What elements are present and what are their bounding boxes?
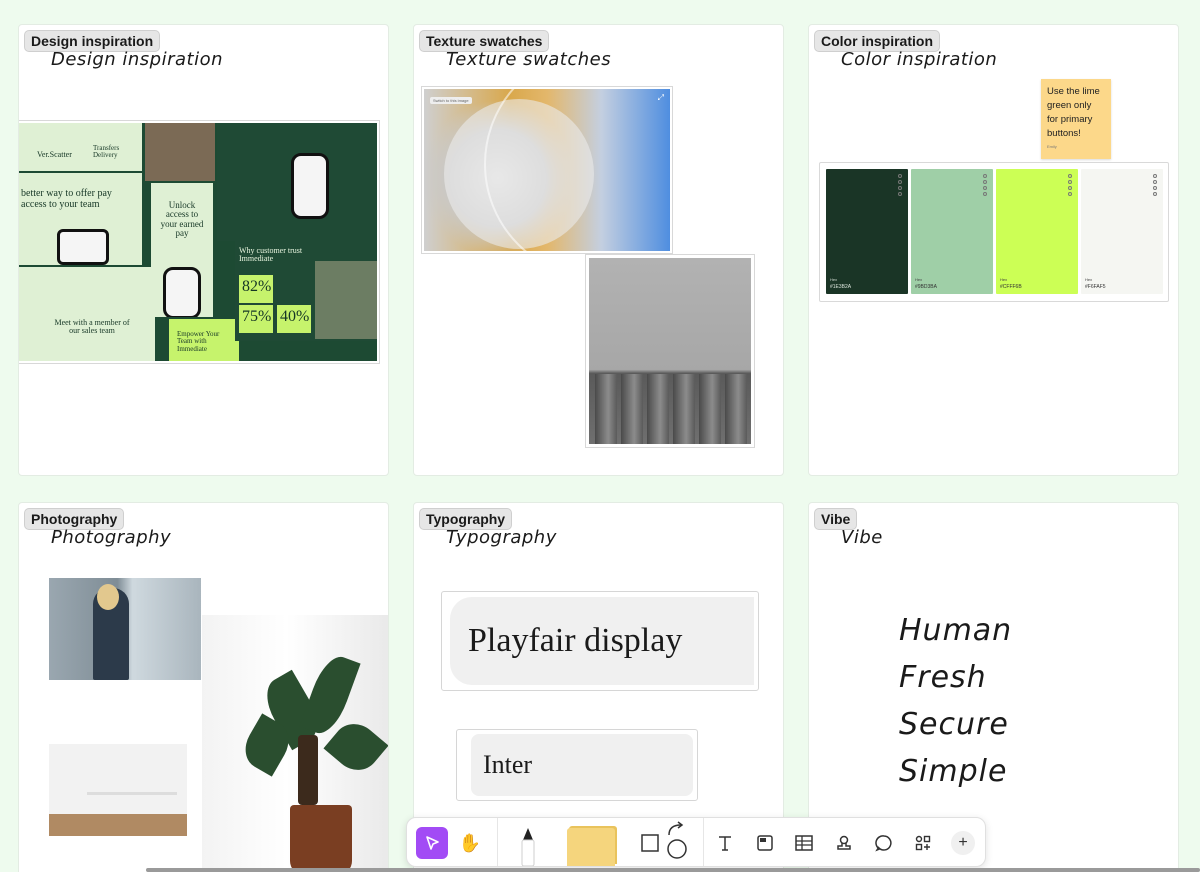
marker-tool-icon[interactable]	[515, 826, 541, 866]
collage-text: Transfers Delivery	[93, 145, 137, 160]
room-interior-photo[interactable]	[49, 744, 187, 836]
swatch-label: Hex	[1000, 277, 1007, 282]
fold-shape	[673, 374, 695, 444]
collage-photo	[315, 261, 379, 339]
fold-shape	[699, 374, 721, 444]
swatch-label: Hex	[830, 277, 837, 282]
collage-stat: 82%	[239, 275, 273, 303]
font-sample-text: Playfair display	[450, 597, 754, 685]
collage-text: Meet with a member of our sales team	[51, 319, 133, 336]
vibe-word[interactable]: Secure	[899, 707, 1009, 742]
toolbar-divider	[497, 818, 498, 866]
gradient-texture-image[interactable]: Switch to this image ⤢	[422, 87, 672, 253]
photo-floor	[49, 814, 187, 836]
collage-tile: better way to offer pay access to your t…	[18, 173, 142, 265]
plant-leaf	[298, 735, 318, 805]
section-texture-swatches[interactable]: Texture swatches Texture swatches Switch…	[413, 24, 784, 476]
font-sample-inter[interactable]: Inter	[456, 729, 698, 801]
collage-tile: Ver.Scatter Transfers Delivery	[18, 123, 142, 171]
collage-photo	[145, 123, 215, 181]
section-title: Color inspiration	[841, 49, 997, 70]
text-tool-icon[interactable]	[709, 827, 741, 859]
collage-text: Why customer trust Immediate	[239, 247, 309, 264]
fold-shape	[647, 374, 669, 444]
collage-phone	[291, 153, 329, 219]
horizontal-scrollbar[interactable]	[146, 868, 1200, 872]
photo-subject	[97, 584, 119, 610]
collage-tile: Empower Your Team with Immediate	[169, 319, 239, 363]
swatch-hex: #1E3B2A	[830, 284, 851, 290]
photo-desk	[87, 792, 177, 795]
hand-tool-icon[interactable]: ✋	[454, 827, 486, 859]
expand-icon[interactable]: ⤢	[658, 93, 664, 103]
collage-stat: 75%	[239, 305, 273, 333]
section-design-inspiration[interactable]: Design inspiration Design inspiration Ve…	[18, 24, 389, 476]
collage-tile: Why customer trust Immediate 82% 75% 40%	[235, 241, 379, 341]
section-title: Vibe	[841, 527, 883, 548]
swatch-hex: #CFFF6B	[1000, 284, 1022, 290]
swatch-label: Hex	[915, 277, 922, 282]
concrete-texture-image[interactable]	[586, 255, 754, 447]
design-collage-image[interactable]: Ver.Scatter Transfers Delivery better wa…	[18, 121, 379, 363]
collage-headline: better way to offer pay access to your t…	[21, 189, 139, 210]
font-sample-text: Inter	[471, 734, 693, 796]
collage-text: Empower Your Team with Immediate	[177, 331, 233, 353]
section-tool-icon[interactable]	[749, 827, 781, 859]
table-tool-icon[interactable]	[788, 827, 820, 859]
fold-shape	[595, 374, 617, 444]
collage-text: Ver.Scatter	[37, 151, 72, 159]
color-swatch[interactable]: Hex #F6FAF5	[1081, 169, 1163, 294]
fold-shape	[725, 374, 747, 444]
collage-phone	[163, 267, 201, 317]
widgets-tool-icon[interactable]	[907, 827, 939, 859]
sticky-note-text: Use the lime green only for primary butt…	[1047, 86, 1100, 139]
plant-pot	[290, 805, 352, 872]
sticky-note[interactable]: Use the lime green only for primary butt…	[1041, 79, 1111, 159]
vibe-word[interactable]: Fresh	[899, 660, 987, 695]
section-photography[interactable]: Photography Photography	[18, 502, 389, 872]
fold-shape	[621, 374, 643, 444]
section-color-inspiration[interactable]: Color inspiration Color inspiration Use …	[808, 24, 1179, 476]
connector-tool-icon[interactable]	[661, 824, 693, 856]
section-title: Photography	[51, 527, 171, 548]
swatch-hex: #F6FAF5	[1085, 284, 1106, 290]
swatch-tools[interactable]	[1068, 174, 1074, 196]
font-sample-playfair[interactable]: Playfair display	[441, 591, 759, 691]
swatch-tools[interactable]	[983, 174, 989, 196]
section-title: Texture swatches	[446, 49, 611, 70]
swatch-tools[interactable]	[898, 174, 904, 196]
plant-photo[interactable]	[202, 615, 389, 872]
sticky-note-tool-icon[interactable]	[567, 828, 615, 866]
bottom-toolbar: ✋ +	[406, 817, 986, 867]
section-title: Design inspiration	[51, 49, 223, 70]
image-overlay-button[interactable]: Switch to this image	[430, 97, 472, 104]
more-tools-plus-icon[interactable]: +	[951, 831, 975, 855]
gradient-shape	[484, 87, 672, 253]
vibe-word[interactable]: Simple	[899, 754, 1007, 789]
collage-stat: 40%	[277, 305, 311, 333]
collage-tile: Unlock access to your earned pay	[151, 183, 213, 317]
collage-text: Unlock access to your earned pay	[157, 201, 207, 239]
vibe-word[interactable]: Human	[899, 613, 1012, 648]
color-swatch[interactable]: Hex #1E3B2A	[826, 169, 908, 294]
stamp-tool-icon[interactable]	[828, 827, 860, 859]
swatch-hex: #9BD3BA	[915, 284, 937, 290]
swatch-label: Hex	[1085, 277, 1092, 282]
color-palette[interactable]: Hex #1E3B2A Hex #9BD3BA Hex #CFFF6B Hex …	[819, 162, 1169, 302]
comment-tool-icon[interactable]	[868, 827, 900, 859]
toolbar-divider	[703, 818, 704, 866]
collage-phone	[57, 229, 109, 265]
color-swatch[interactable]: Hex #CFFF6B	[996, 169, 1078, 294]
collage-tile: Meet with a member of our sales team	[18, 267, 155, 363]
woman-with-phone-photo[interactable]	[49, 578, 201, 680]
color-swatch[interactable]: Hex #9BD3BA	[911, 169, 993, 294]
section-title: Typography	[446, 527, 557, 548]
collage-tile	[217, 123, 379, 241]
sticky-note-author: Emily	[1047, 140, 1057, 154]
swatch-tools[interactable]	[1153, 174, 1159, 196]
select-tool-icon[interactable]	[416, 827, 448, 859]
